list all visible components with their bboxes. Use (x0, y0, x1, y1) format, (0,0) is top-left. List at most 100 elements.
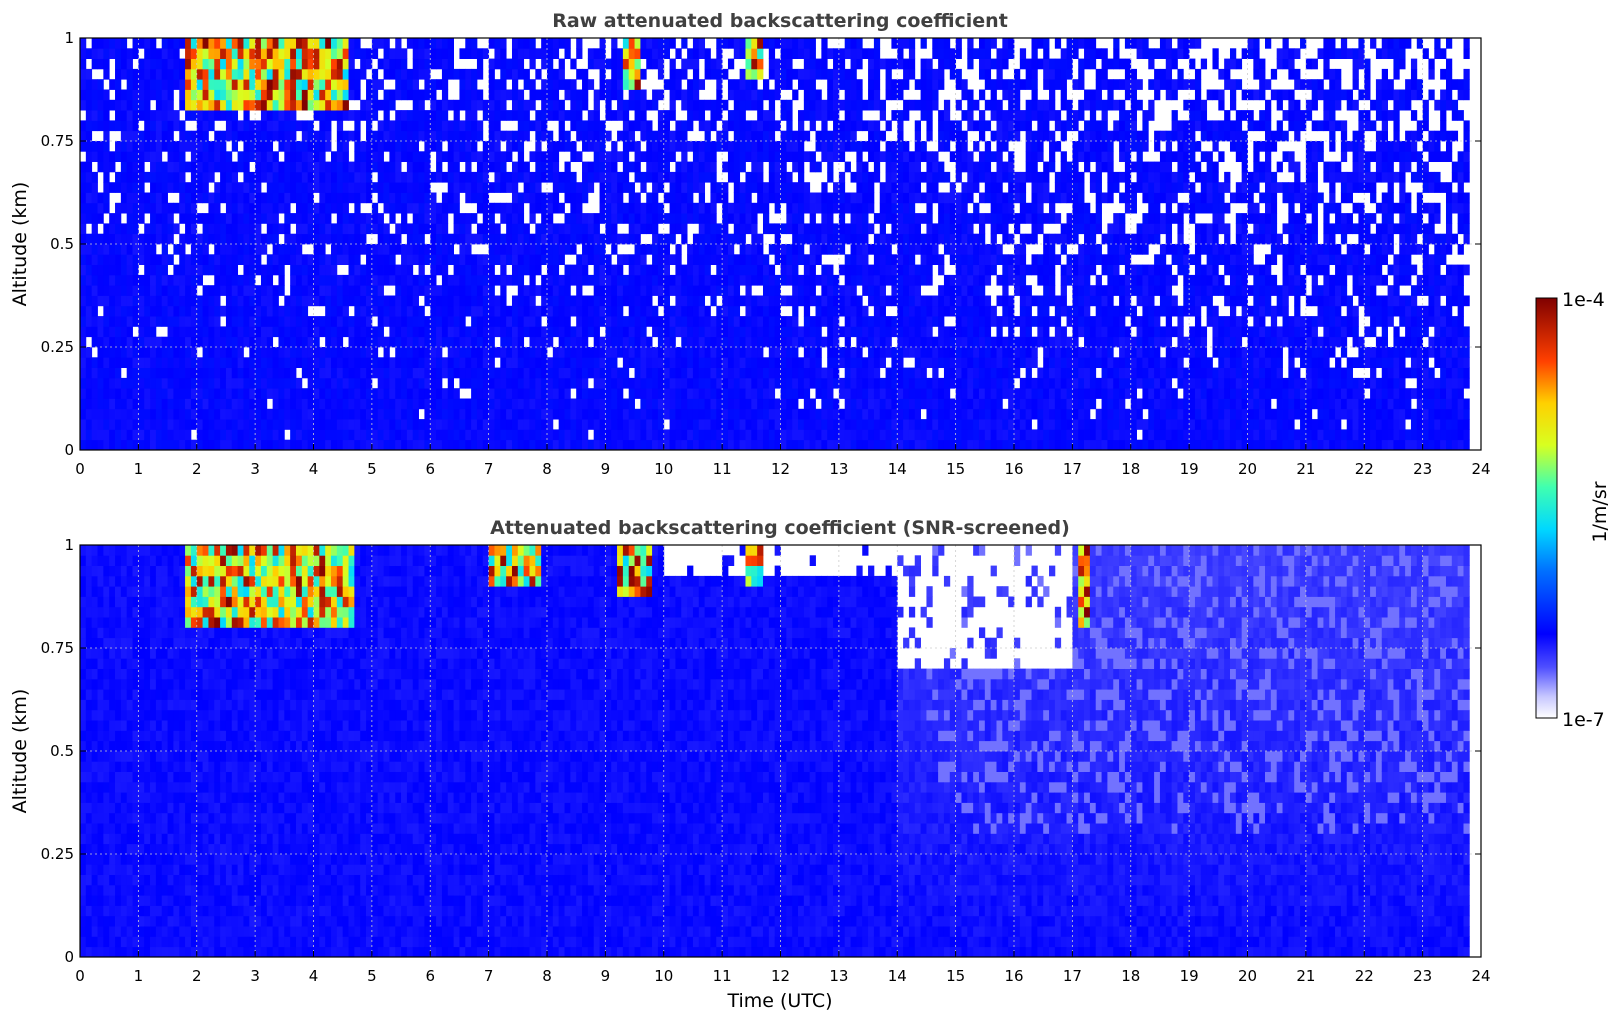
heatmap-cell (687, 377, 694, 389)
heatmap-cell (126, 336, 133, 348)
heatmap-cell (850, 295, 857, 307)
heatmap-cell (284, 110, 291, 121)
heatmap-cell (692, 336, 700, 348)
heatmap-cell (570, 244, 577, 255)
heatmap-cell (687, 254, 694, 265)
heatmap-cell (109, 316, 116, 327)
heatmap-cell (903, 254, 910, 265)
heatmap-cell (255, 336, 262, 348)
heatmap-cell (260, 408, 268, 420)
heatmap-cell (844, 439, 851, 451)
heatmap-cell (202, 99, 209, 111)
heatmap-cell (646, 244, 653, 255)
heatmap-cell (838, 171, 846, 183)
heatmap-cell (348, 182, 355, 193)
heatmap-cell (570, 202, 577, 214)
heatmap-cell (85, 439, 93, 451)
heatmap-cell (220, 305, 227, 317)
heatmap-cell (838, 419, 846, 430)
heatmap-cell (231, 89, 239, 101)
heatmap-cell (552, 68, 560, 80)
heatmap-cell (710, 357, 717, 368)
heatmap-cell (558, 244, 565, 255)
heatmap-cell (646, 285, 653, 296)
heatmap-cell (301, 419, 309, 430)
heatmap-cell (401, 244, 408, 255)
heatmap-cell (611, 408, 618, 420)
heatmap-cell (91, 99, 98, 111)
heatmap-cell (85, 419, 93, 430)
heatmap-cell (278, 326, 285, 338)
heatmap-cell (249, 99, 256, 111)
heatmap-cell (517, 336, 525, 348)
heatmap-cell (395, 336, 402, 348)
heatmap-cell (231, 161, 239, 173)
heatmap-cell (336, 120, 344, 132)
heatmap-cell (727, 274, 735, 286)
heatmap-cell (698, 223, 706, 235)
heatmap-cell (593, 305, 600, 317)
heatmap-cell (290, 182, 297, 193)
heatmap-cell (255, 192, 262, 204)
heatmap-cell (150, 182, 157, 193)
heatmap-cell (132, 429, 139, 441)
heatmap-cell (681, 213, 688, 224)
heatmap-cell (389, 202, 396, 214)
heatmap-cell (243, 357, 250, 368)
heatmap-cell (132, 151, 139, 162)
heatmap-cell (780, 223, 787, 235)
heatmap-cell (768, 316, 776, 327)
heatmap-cell (331, 244, 338, 255)
heatmap-cell (167, 48, 174, 59)
heatmap-cell (331, 429, 338, 441)
heatmap-cell (190, 326, 198, 338)
heatmap-cell (757, 130, 764, 142)
heatmap-cell (284, 326, 291, 338)
heatmap-cell (681, 89, 688, 101)
heatmap-cell (873, 233, 881, 245)
heatmap-cell (225, 130, 233, 142)
heatmap-cell (582, 254, 589, 265)
heatmap-cell (476, 182, 484, 193)
heatmap-cell (582, 316, 589, 327)
heatmap-cell (389, 171, 396, 183)
heatmap-cell (138, 295, 145, 307)
heatmap-cell (260, 295, 268, 307)
heatmap-cell (418, 274, 425, 286)
heatmap-cell (774, 171, 781, 183)
heatmap-cell (710, 274, 717, 286)
heatmap-cell (412, 388, 419, 399)
heatmap-cell (675, 130, 682, 142)
heatmap-cell (873, 58, 881, 70)
heatmap-cell (342, 295, 349, 307)
heatmap-cell (634, 89, 641, 101)
heatmap-cell (436, 439, 443, 451)
heatmap-cell (132, 347, 139, 358)
heatmap-cell (704, 171, 711, 183)
heatmap-cell (173, 141, 180, 152)
heatmap-cell (249, 120, 256, 132)
heatmap-cell (109, 388, 116, 399)
heatmap-cell (873, 439, 881, 451)
heatmap-cell (745, 244, 752, 255)
heatmap-cell (319, 233, 326, 245)
heatmap-cell (704, 326, 711, 338)
heatmap-cell (255, 233, 262, 245)
heatmap-cell (488, 161, 495, 173)
heatmap-cell (879, 58, 886, 70)
heatmap-cell (266, 99, 274, 111)
heatmap-cell (529, 244, 536, 255)
heatmap-cell (815, 254, 822, 265)
heatmap-cell (710, 295, 717, 307)
heatmap-cell (669, 439, 676, 451)
heatmap-cell (196, 419, 203, 430)
heatmap-cell (704, 429, 711, 441)
heatmap-cell (786, 274, 793, 286)
heatmap-cell (150, 244, 157, 255)
heatmap-cell (348, 161, 355, 173)
heatmap-cell (617, 89, 624, 101)
heatmap-cell (768, 110, 776, 121)
heatmap-cell (599, 244, 606, 255)
heatmap-cell (529, 336, 536, 348)
heatmap-cell (307, 171, 314, 183)
